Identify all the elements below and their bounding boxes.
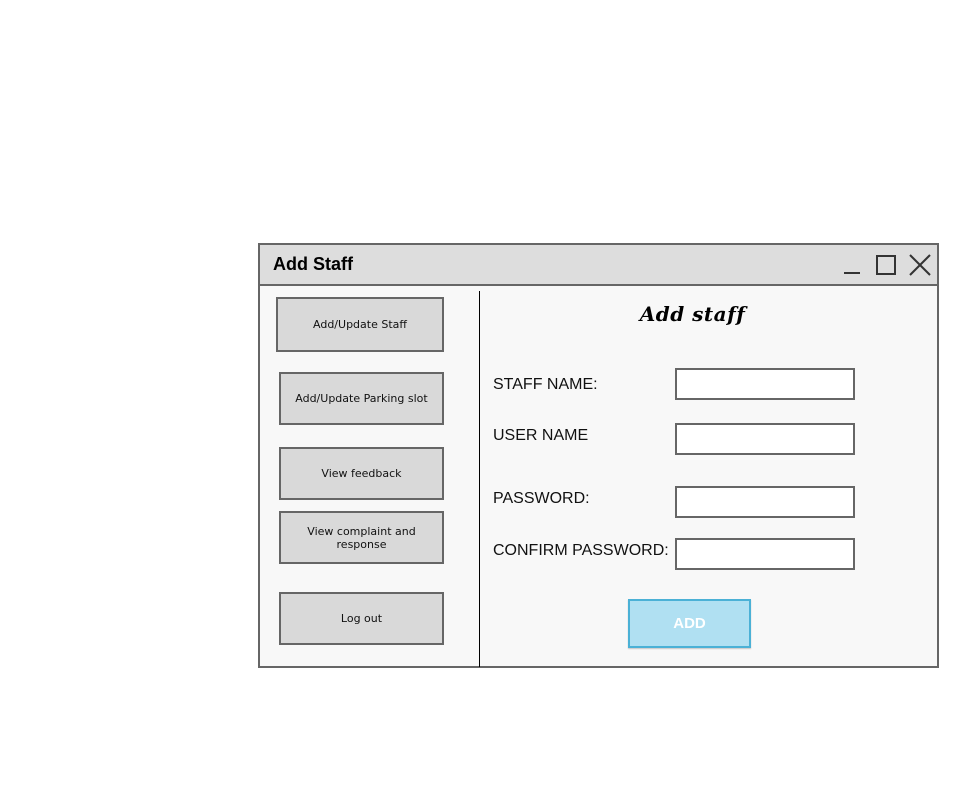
add-staff-window: Add Staff Add/Update Staff Add/Update Pa… — [258, 243, 939, 668]
add-button[interactable]: ADD — [628, 599, 751, 648]
close-icon[interactable] — [908, 253, 932, 277]
maximize-icon[interactable] — [874, 253, 898, 277]
staff-name-input[interactable] — [675, 368, 855, 400]
title-bar: Add Staff — [260, 245, 937, 286]
sidebar-item-view-feedback[interactable]: View feedback — [279, 447, 444, 500]
confirm-password-input[interactable] — [675, 538, 855, 570]
minimize-icon[interactable] — [841, 253, 865, 277]
confirm-password-label: CONFIRM PASSWORD: — [493, 542, 669, 559]
sidebar-item-add-update-staff[interactable]: Add/Update Staff — [276, 297, 444, 352]
sidebar-divider — [479, 291, 480, 667]
password-input[interactable] — [675, 486, 855, 518]
form-title: Add staff — [639, 302, 746, 326]
user-name-label: USER NAME — [493, 427, 589, 444]
staff-name-label: STAFF NAME: — [493, 376, 598, 393]
user-name-input[interactable] — [675, 423, 855, 455]
sidebar-item-log-out[interactable]: Log out — [279, 592, 444, 645]
sidebar-item-add-update-parking-slot[interactable]: Add/Update Parking slot — [279, 372, 444, 425]
password-label: PASSWORD: — [493, 490, 590, 507]
window-title: Add Staff — [273, 254, 353, 274]
sidebar-item-view-complaint-and-response[interactable]: View complaint and response — [279, 511, 444, 564]
